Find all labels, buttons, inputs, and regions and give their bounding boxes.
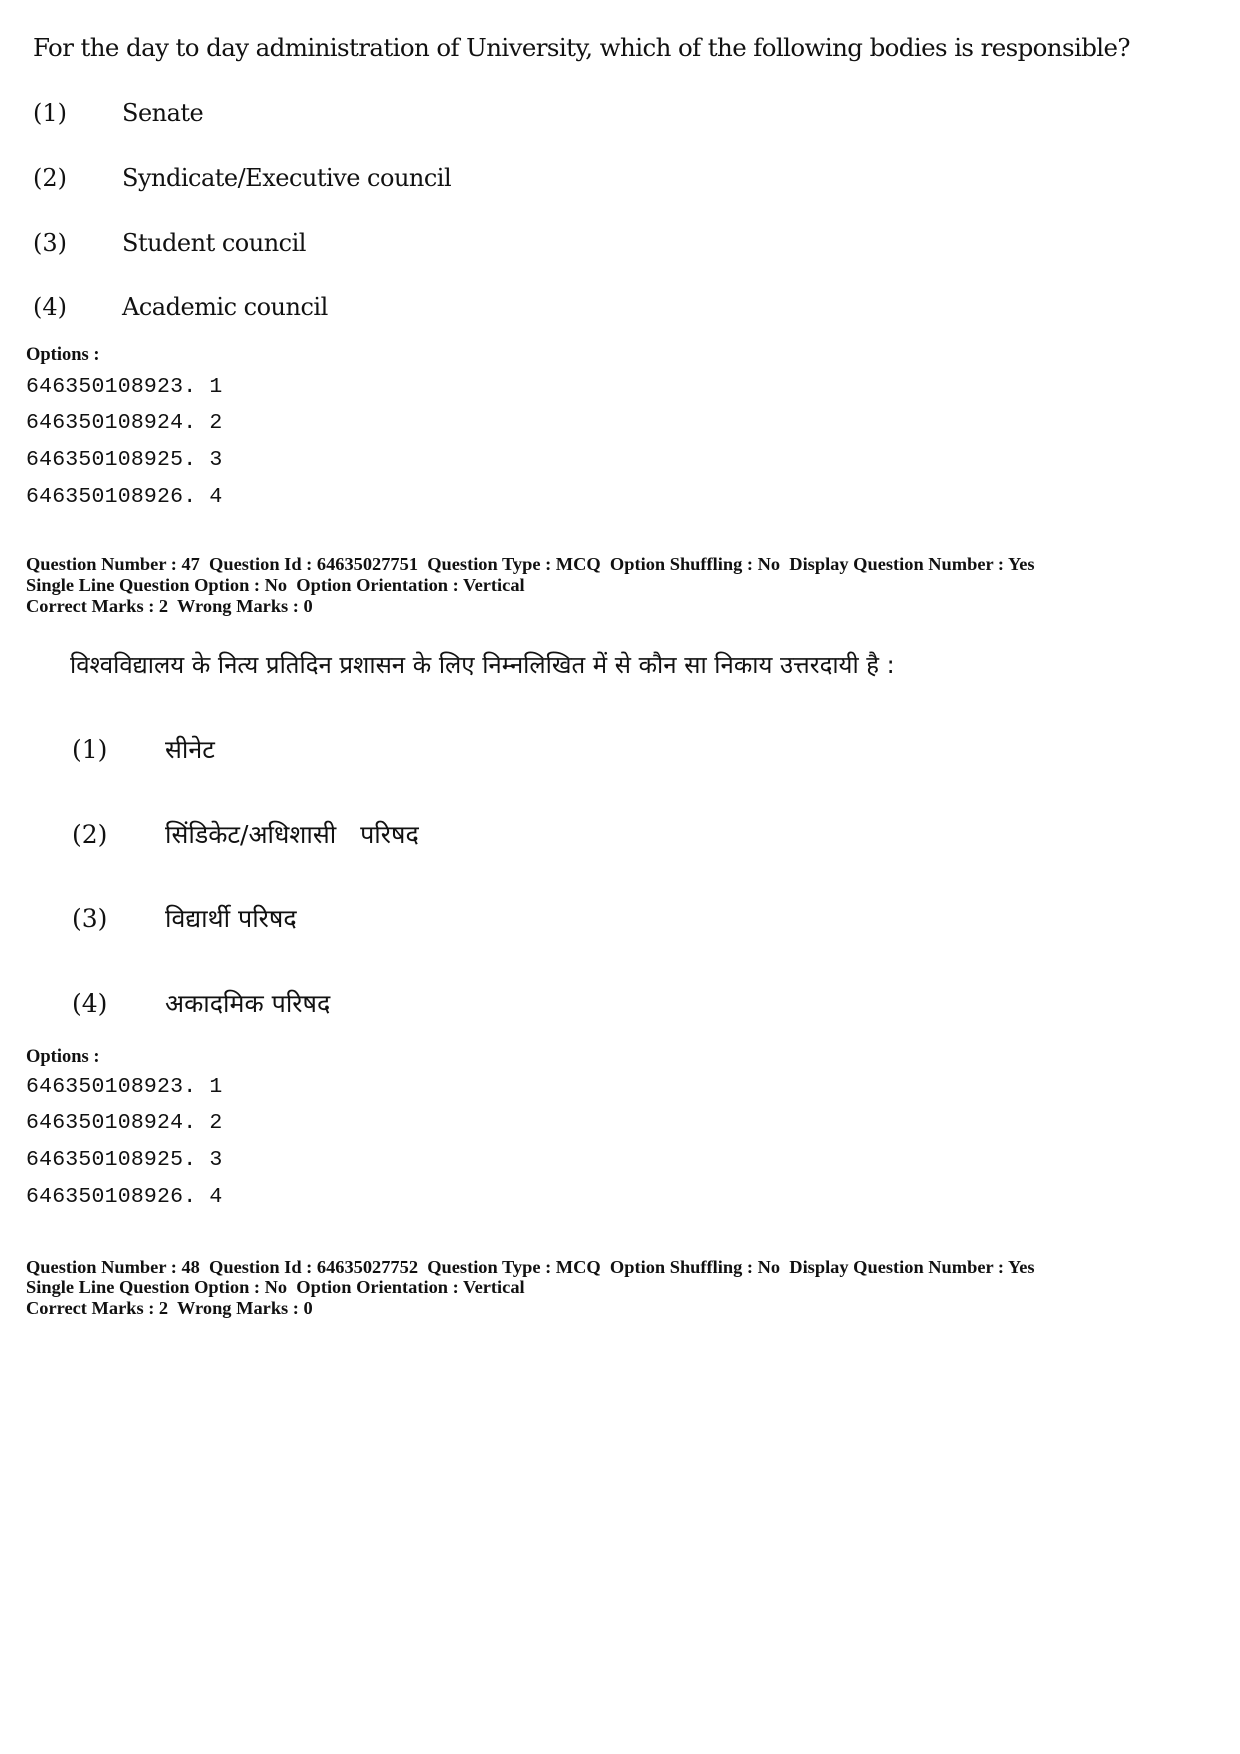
meta-line-2: Single Line Question Option : No Option … (26, 1277, 525, 1297)
choice-number: (3) (33, 229, 67, 257)
meta-line-1: Question Number : 48 Question Id : 64635… (26, 1257, 1035, 1277)
choice-text: Syndicate/Executive council (122, 164, 452, 192)
options-label: Options : (26, 345, 100, 365)
option-id: 646350108926. 4 (26, 485, 223, 509)
choice-text: Student council (122, 229, 306, 257)
option-id: 646350108926. 4 (26, 1185, 223, 1209)
choice-text: सिंडिकेट/अधिशासी परिषद (165, 820, 419, 849)
choice-number: (4) (33, 293, 67, 321)
choice-number: (4) (72, 989, 108, 1018)
meta-line-3: Correct Marks : 2 Wrong Marks : 0 (26, 1298, 313, 1318)
option-id: 646350108925. 3 (26, 448, 223, 472)
choice-number: (2) (33, 164, 67, 192)
choice-number: (2) (72, 820, 108, 849)
option-id: 646350108923. 1 (26, 375, 223, 399)
options-label: Options : (26, 1047, 100, 1067)
meta-line-3: Correct Marks : 2 Wrong Marks : 0 (26, 596, 313, 616)
choice-number: (3) (72, 904, 108, 933)
choice-text: अकादमिक परिषद (165, 989, 331, 1018)
choice-text: विद्यार्थी परिषद (165, 904, 297, 933)
option-id: 646350108925. 3 (26, 1148, 223, 1172)
choice-number: (1) (33, 99, 67, 127)
choice-text: Academic council (122, 293, 328, 321)
question-text-hindi: विश्वविद्यालय के नित्य प्रतिदिन प्रशासन … (70, 651, 895, 679)
option-id: 646350108924. 2 (26, 411, 223, 435)
choice-text: Senate (122, 99, 204, 127)
meta-line-2: Single Line Question Option : No Option … (26, 575, 525, 595)
choice-number: (1) (72, 735, 108, 764)
option-id: 646350108924. 2 (26, 1111, 223, 1135)
choice-text: सीनेट (165, 735, 215, 764)
meta-line-1: Question Number : 47 Question Id : 64635… (26, 554, 1035, 574)
option-id: 646350108923. 1 (26, 1075, 223, 1099)
question-text-english: For the day to day administration of Uni… (33, 33, 1131, 62)
